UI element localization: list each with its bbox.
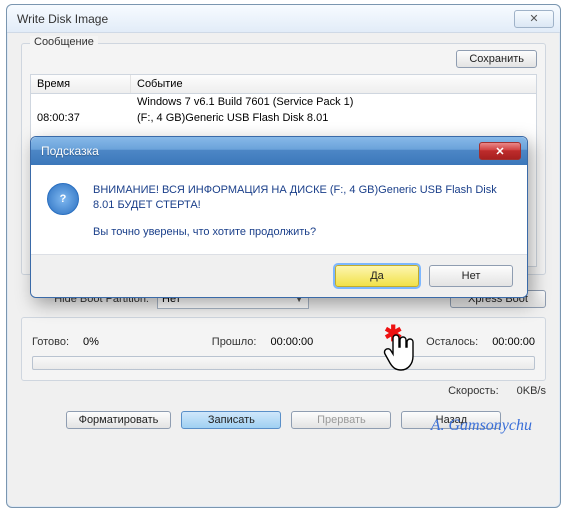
question-icon: ? (47, 183, 79, 215)
cell-event: Windows 7 v6.1 Build 7601 (Service Pack … (131, 94, 536, 110)
remain-value: 00:00:00 (492, 336, 535, 348)
format-button[interactable]: Форматировать (66, 411, 172, 429)
col-event-header[interactable]: Событие (131, 75, 536, 93)
dialog-close-button[interactable]: ✕ (479, 142, 521, 160)
confirm-dialog: Подсказка ✕ ? ВНИМАНИЕ! ВСЯ ИНФОРМАЦИЯ Н… (30, 136, 528, 298)
progress-panel: Готово: 0% Прошло: 00:00:00 Осталось: 00… (21, 317, 546, 381)
window-close-button[interactable]: ✕ (514, 10, 554, 28)
dialog-title: Подсказка (37, 144, 479, 158)
elapsed-label: Прошло: (212, 336, 257, 348)
remain-label: Осталось: (426, 336, 478, 348)
dialog-question: Вы точно уверены, что хотите продолжить? (93, 225, 511, 240)
title-bar[interactable]: Write Disk Image ✕ (7, 5, 560, 33)
yes-button[interactable]: Да (335, 265, 419, 287)
question-glyph: ? (60, 193, 67, 205)
messages-legend: Сообщение (30, 36, 98, 48)
ready-label: Готово: (32, 336, 69, 348)
ready-value: 0% (83, 336, 99, 348)
close-icon: ✕ (495, 145, 504, 158)
col-time-header[interactable]: Время (31, 75, 131, 93)
close-icon: ✕ (529, 12, 538, 25)
speed-value: 0KB/s (517, 385, 546, 397)
progress-bar (32, 356, 535, 370)
abort-button[interactable]: Прервать (291, 411, 391, 429)
no-button[interactable]: Нет (429, 265, 513, 287)
dialog-title-bar[interactable]: Подсказка ✕ (31, 137, 527, 165)
elapsed-value: 00:00:00 (270, 336, 313, 348)
status-row: Скорость: 0KB/s (21, 385, 546, 397)
dialog-text: ВНИМАНИЕ! ВСЯ ИНФОРМАЦИЯ НА ДИСКЕ (F:, 4… (93, 183, 511, 240)
write-button[interactable]: Записать (181, 411, 281, 429)
save-log-button[interactable]: Сохранить (456, 50, 537, 68)
dialog-warning: ВНИМАНИЕ! ВСЯ ИНФОРМАЦИЯ НА ДИСКЕ (F:, 4… (93, 183, 511, 213)
cell-event: (F:, 4 GB)Generic USB Flash Disk 8.01 (131, 110, 536, 126)
table-row[interactable]: 08:00:37 (F:, 4 GB)Generic USB Flash Dis… (31, 110, 536, 126)
speed-label: Скорость: (448, 385, 499, 397)
cell-time (31, 94, 131, 110)
watermark: A. Gamsonychu (431, 417, 532, 435)
table-row[interactable]: Windows 7 v6.1 Build 7601 (Service Pack … (31, 94, 536, 110)
cell-time: 08:00:37 (31, 110, 131, 126)
window-title: Write Disk Image (13, 12, 514, 26)
log-header: Время Событие (31, 75, 536, 94)
dialog-footer: Да Нет (31, 254, 527, 297)
